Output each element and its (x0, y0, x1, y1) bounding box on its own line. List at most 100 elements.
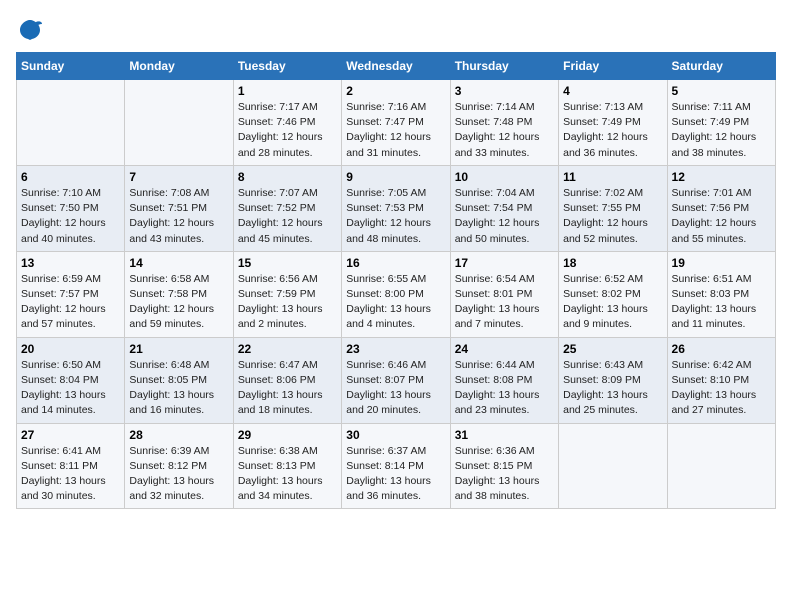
calendar-cell (667, 423, 775, 509)
day-detail: Sunrise: 7:16 AM Sunset: 7:47 PM Dayligh… (346, 100, 445, 161)
logo (16, 16, 48, 44)
calendar-cell: 22Sunrise: 6:47 AM Sunset: 8:06 PM Dayli… (233, 337, 341, 423)
calendar-cell: 30 Sunrise: 6:37 AM Sunset: 8:14 PM Dayli… (342, 423, 450, 509)
day-number: 26 (672, 342, 771, 356)
calendar-week-row: 27 Sunrise: 6:41 AM Sunset: 8:11 PM Dayli… (17, 423, 776, 509)
calendar-cell: 21 Sunrise: 6:48 AM Sunset: 8:05 PM Dayli… (125, 337, 233, 423)
day-detail: Sunrise: 6:58 AM Sunset: 7:58 PM Dayligh… (129, 272, 228, 333)
day-number: 21 (129, 342, 228, 356)
calendar-cell: 26 Sunrise: 6:42 AM Sunset: 8:10 PM Dayli… (667, 337, 775, 423)
calendar-cell: 9Sunrise: 7:05 AM Sunset: 7:53 PM Daylig… (342, 165, 450, 251)
day-detail: Sunrise: 7:13 AM Sunset: 7:49 PM Dayligh… (563, 100, 662, 161)
calendar-cell: 2 Sunrise: 7:16 AM Sunset: 7:47 PM Daylig… (342, 80, 450, 166)
calendar-cell (17, 80, 125, 166)
calendar-cell: 14 Sunrise: 6:58 AM Sunset: 7:58 PM Dayli… (125, 251, 233, 337)
day-detail: Sunrise: 7:07 AM Sunset: 7:52 PM Dayligh… (238, 186, 337, 247)
day-detail: Sunrise: 7:02 AM Sunset: 7:55 PM Dayligh… (563, 186, 662, 247)
weekday-header: Saturday (667, 53, 775, 80)
calendar-cell: 15 Sunrise: 6:56 AM Sunset: 7:59 PM Dayli… (233, 251, 341, 337)
day-detail: Sunrise: 6:36 AM Sunset: 8:15 PM Dayligh… (455, 444, 554, 505)
day-detail: Sunrise: 7:08 AM Sunset: 7:51 PM Dayligh… (129, 186, 228, 247)
day-detail: Sunrise: 6:41 AM Sunset: 8:11 PM Dayligh… (21, 444, 120, 505)
day-detail: Sunrise: 6:42 AM Sunset: 8:10 PM Dayligh… (672, 358, 771, 419)
calendar-week-row: 6Sunrise: 7:10 AM Sunset: 7:50 PM Daylig… (17, 165, 776, 251)
day-detail: Sunrise: 6:56 AM Sunset: 7:59 PM Dayligh… (238, 272, 337, 333)
day-number: 4 (563, 84, 662, 98)
calendar-cell: 27 Sunrise: 6:41 AM Sunset: 8:11 PM Dayli… (17, 423, 125, 509)
day-number: 14 (129, 256, 228, 270)
day-number: 20 (21, 342, 120, 356)
day-detail: Sunrise: 7:11 AM Sunset: 7:49 PM Dayligh… (672, 100, 771, 161)
calendar-cell (559, 423, 667, 509)
calendar-cell: 31 Sunrise: 6:36 AM Sunset: 8:15 PM Dayli… (450, 423, 558, 509)
calendar-cell: 4 Sunrise: 7:13 AM Sunset: 7:49 PM Daylig… (559, 80, 667, 166)
calendar-cell: 10 Sunrise: 7:04 AM Sunset: 7:54 PM Dayli… (450, 165, 558, 251)
calendar-cell: 7 Sunrise: 7:08 AM Sunset: 7:51 PM Daylig… (125, 165, 233, 251)
calendar-cell: 13 Sunrise: 6:59 AM Sunset: 7:57 PM Dayli… (17, 251, 125, 337)
day-number: 16 (346, 256, 445, 270)
day-number: 10 (455, 170, 554, 184)
day-number: 31 (455, 428, 554, 442)
calendar-cell: 17 Sunrise: 6:54 AM Sunset: 8:01 PM Dayli… (450, 251, 558, 337)
day-detail: Sunrise: 6:44 AM Sunset: 8:08 PM Dayligh… (455, 358, 554, 419)
day-number: 3 (455, 84, 554, 98)
calendar-week-row: 1Sunrise: 7:17 AM Sunset: 7:46 PM Daylig… (17, 80, 776, 166)
calendar-cell: 24 Sunrise: 6:44 AM Sunset: 8:08 PM Dayli… (450, 337, 558, 423)
day-detail: Sunrise: 7:01 AM Sunset: 7:56 PM Dayligh… (672, 186, 771, 247)
day-detail: Sunrise: 7:04 AM Sunset: 7:54 PM Dayligh… (455, 186, 554, 247)
calendar-cell: 6Sunrise: 7:10 AM Sunset: 7:50 PM Daylig… (17, 165, 125, 251)
calendar-cell: 23 Sunrise: 6:46 AM Sunset: 8:07 PM Dayli… (342, 337, 450, 423)
calendar-cell: 28 Sunrise: 6:39 AM Sunset: 8:12 PM Dayli… (125, 423, 233, 509)
day-number: 30 (346, 428, 445, 442)
day-detail: Sunrise: 6:38 AM Sunset: 8:13 PM Dayligh… (238, 444, 337, 505)
logo-bird-icon (16, 16, 44, 44)
day-number: 12 (672, 170, 771, 184)
day-number: 9 (346, 170, 445, 184)
day-detail: Sunrise: 6:51 AM Sunset: 8:03 PM Dayligh… (672, 272, 771, 333)
day-number: 23 (346, 342, 445, 356)
page-header (16, 16, 776, 44)
day-number: 1 (238, 84, 337, 98)
day-number: 19 (672, 256, 771, 270)
calendar-header-row: SundayMondayTuesdayWednesdayThursdayFrid… (17, 53, 776, 80)
day-number: 27 (21, 428, 120, 442)
calendar-cell: 25 Sunrise: 6:43 AM Sunset: 8:09 PM Dayli… (559, 337, 667, 423)
calendar-cell: 11 Sunrise: 7:02 AM Sunset: 7:55 PM Dayli… (559, 165, 667, 251)
calendar-cell: 5 Sunrise: 7:11 AM Sunset: 7:49 PM Daylig… (667, 80, 775, 166)
day-number: 2 (346, 84, 445, 98)
calendar-cell: 3Sunrise: 7:14 AM Sunset: 7:48 PM Daylig… (450, 80, 558, 166)
day-number: 29 (238, 428, 337, 442)
day-detail: Sunrise: 6:50 AM Sunset: 8:04 PM Dayligh… (21, 358, 120, 419)
day-number: 7 (129, 170, 228, 184)
day-number: 25 (563, 342, 662, 356)
day-number: 11 (563, 170, 662, 184)
day-number: 5 (672, 84, 771, 98)
weekday-header: Tuesday (233, 53, 341, 80)
calendar-cell: 8Sunrise: 7:07 AM Sunset: 7:52 PM Daylig… (233, 165, 341, 251)
day-detail: Sunrise: 6:48 AM Sunset: 8:05 PM Dayligh… (129, 358, 228, 419)
calendar-cell: 19 Sunrise: 6:51 AM Sunset: 8:03 PM Dayli… (667, 251, 775, 337)
day-number: 28 (129, 428, 228, 442)
day-detail: Sunrise: 6:39 AM Sunset: 8:12 PM Dayligh… (129, 444, 228, 505)
calendar-week-row: 13 Sunrise: 6:59 AM Sunset: 7:57 PM Dayli… (17, 251, 776, 337)
calendar-week-row: 20 Sunrise: 6:50 AM Sunset: 8:04 PM Dayli… (17, 337, 776, 423)
day-detail: Sunrise: 6:46 AM Sunset: 8:07 PM Dayligh… (346, 358, 445, 419)
day-number: 17 (455, 256, 554, 270)
day-number: 13 (21, 256, 120, 270)
day-detail: Sunrise: 6:43 AM Sunset: 8:09 PM Dayligh… (563, 358, 662, 419)
day-detail: Sunrise: 6:59 AM Sunset: 7:57 PM Dayligh… (21, 272, 120, 333)
calendar-cell: 20 Sunrise: 6:50 AM Sunset: 8:04 PM Dayli… (17, 337, 125, 423)
weekday-header: Thursday (450, 53, 558, 80)
calendar-cell: 29 Sunrise: 6:38 AM Sunset: 8:13 PM Dayli… (233, 423, 341, 509)
calendar-cell: 12 Sunrise: 7:01 AM Sunset: 7:56 PM Dayli… (667, 165, 775, 251)
day-number: 15 (238, 256, 337, 270)
calendar-cell: 1Sunrise: 7:17 AM Sunset: 7:46 PM Daylig… (233, 80, 341, 166)
day-number: 24 (455, 342, 554, 356)
weekday-header: Sunday (17, 53, 125, 80)
day-detail: Sunrise: 7:10 AM Sunset: 7:50 PM Dayligh… (21, 186, 120, 247)
weekday-header: Monday (125, 53, 233, 80)
day-detail: Sunrise: 6:55 AM Sunset: 8:00 PM Dayligh… (346, 272, 445, 333)
weekday-header: Wednesday (342, 53, 450, 80)
day-detail: Sunrise: 6:37 AM Sunset: 8:14 PM Dayligh… (346, 444, 445, 505)
day-detail: Sunrise: 6:54 AM Sunset: 8:01 PM Dayligh… (455, 272, 554, 333)
